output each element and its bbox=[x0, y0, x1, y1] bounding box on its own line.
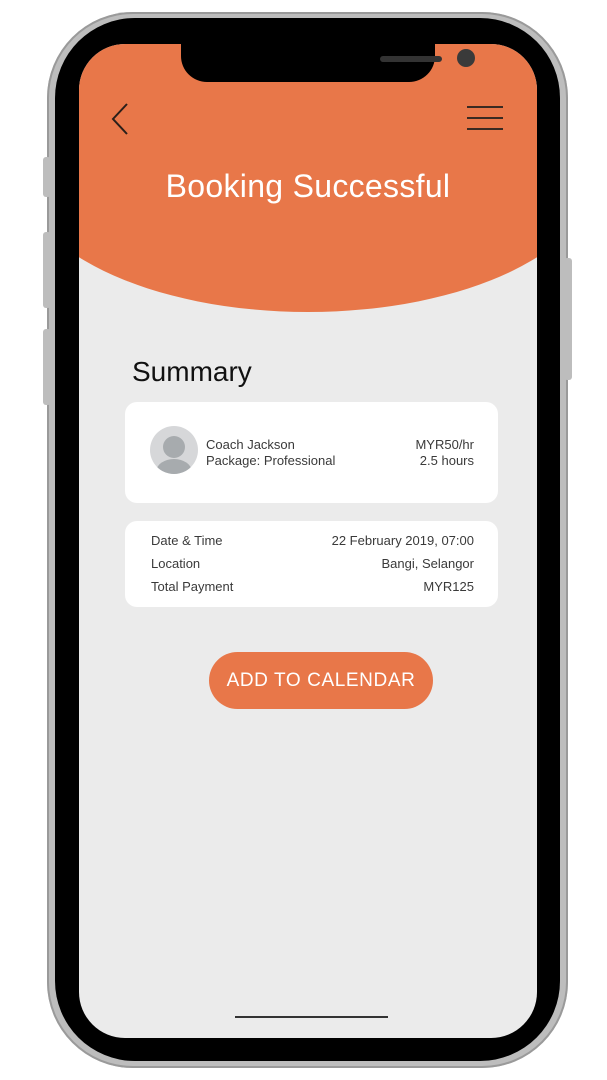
user-avatar-icon bbox=[150, 426, 198, 474]
session-duration: 2.5 hours bbox=[419, 453, 474, 468]
speaker-grille bbox=[380, 56, 442, 62]
volume-down-button bbox=[43, 329, 51, 405]
date-time-label: Date & Time bbox=[151, 533, 223, 548]
menu-button[interactable] bbox=[467, 104, 505, 134]
summary-heading: Summary bbox=[132, 356, 252, 387]
chevron-left-icon bbox=[111, 103, 128, 135]
power-button bbox=[564, 258, 572, 380]
back-button[interactable] bbox=[109, 102, 135, 136]
device-notch bbox=[181, 44, 475, 82]
coach-package: Package: Professional bbox=[206, 453, 336, 468]
home-indicator[interactable] bbox=[235, 1016, 388, 1018]
mute-switch bbox=[43, 157, 51, 197]
page-title: Booking Successful bbox=[165, 168, 451, 204]
coach-card: Coach Jackson Package: Professional MYR5… bbox=[125, 402, 498, 503]
location-label: Location bbox=[151, 556, 201, 571]
booking-details-card: Date & Time 22 February 2019, 07:00 Loca… bbox=[125, 521, 498, 607]
coach-rate: MYR50/hr bbox=[415, 437, 474, 452]
volume-up-button bbox=[43, 232, 51, 308]
front-camera bbox=[457, 49, 475, 67]
app-screen: Booking Successful Summary Coach Jackson… bbox=[79, 44, 537, 1038]
total-payment-value: MYR125 bbox=[423, 579, 474, 594]
date-time-value: 22 February 2019, 07:00 bbox=[331, 533, 474, 548]
add-to-calendar-button[interactable]: ADD TO CALENDAR bbox=[209, 652, 433, 709]
total-payment-label: Total Payment bbox=[151, 579, 234, 594]
location-value: Bangi, Selangor bbox=[381, 556, 474, 571]
coach-name: Coach Jackson bbox=[206, 437, 295, 452]
